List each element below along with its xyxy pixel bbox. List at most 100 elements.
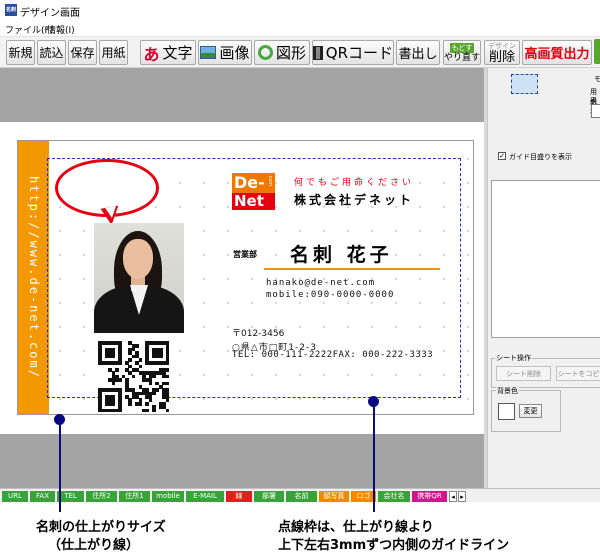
tag-7[interactable]: 線	[226, 491, 252, 502]
mobile-text[interactable]: mobile:090-0000-0000	[266, 290, 394, 300]
paper-label: 用紙	[101, 46, 126, 60]
qr-module	[111, 381, 116, 386]
undo-redo-button[interactable]: もどす やり直す	[443, 40, 481, 65]
tel-fax-text[interactable]: TEL: 000-111-2222FAX: 000-222-3333	[232, 350, 433, 360]
element-tag-bar: URL FAX TEL 住所2 住所1 mobile E-MAIL 線部署 名前 顔写真 ロゴ 会社名…	[0, 488, 600, 502]
business-card[interactable]: http://www.de-net.com/ De- Net .com 何でもご…	[17, 140, 474, 415]
toolbar-overflow-button[interactable]	[594, 39, 600, 64]
tag-8[interactable]: 部署	[254, 491, 284, 502]
guide-checkbox[interactable]: ✓	[498, 152, 506, 160]
text-label: 文字	[162, 44, 193, 62]
menu-file[interactable]: ファイル(F)	[5, 23, 53, 36]
qr-code-icon	[313, 45, 323, 60]
qr-module	[138, 364, 143, 369]
qr-module	[165, 408, 170, 413]
sheet-copy-button[interactable]: シートをコピ	[556, 366, 600, 381]
person-name[interactable]: 名刺 花子	[290, 240, 393, 267]
qr-module	[152, 374, 156, 379]
qr-module	[165, 381, 170, 386]
qr-module	[111, 401, 116, 406]
qr-module	[165, 368, 170, 372]
qr-module	[152, 408, 156, 413]
sheet-delete-button[interactable]: シート削除	[496, 366, 551, 381]
delete-button[interactable]: デザイン 削除	[484, 40, 520, 65]
left-marker-line	[59, 420, 61, 512]
open-button[interactable]: 読込	[37, 40, 66, 65]
qr-module	[148, 398, 153, 403]
undo-label[interactable]: もどす	[449, 42, 475, 53]
name-underline[interactable]	[264, 268, 440, 270]
callout-right-line1: 点線枠は、仕上がり線より	[278, 520, 434, 535]
portrait-photo[interactable]	[94, 223, 184, 333]
app-icon: 名刺	[5, 4, 17, 16]
new-button[interactable]: 新規	[6, 40, 35, 65]
text-button[interactable]: あ 文字	[140, 40, 196, 65]
tag-13[interactable]: 携帯QR	[412, 491, 447, 502]
postal-code[interactable]: 〒012-3456	[232, 326, 284, 339]
tagline[interactable]: 何でもご用命ください	[294, 175, 414, 188]
tag-5[interactable]: mobile	[152, 491, 184, 502]
tag-6[interactable]: E-MAIL	[186, 491, 224, 502]
qr-module	[111, 354, 116, 359]
sheet-list[interactable]	[491, 180, 600, 338]
vertical-url-text[interactable]: http://www.de-net.com/	[20, 141, 47, 414]
print-button[interactable]: 高画質出力	[522, 40, 592, 65]
shape-button[interactable]: 図形	[254, 40, 310, 65]
email-text[interactable]: hanako@de-net.com	[266, 278, 375, 288]
department[interactable]: 営業部	[233, 249, 257, 260]
image-button[interactable]: 画像	[198, 40, 252, 65]
window-title: デザイン画面	[20, 8, 80, 19]
qr-module	[128, 401, 133, 406]
export-button[interactable]: 書出し	[396, 40, 440, 65]
company-logo[interactable]: De- Net .com	[232, 173, 275, 210]
toolbar: 新規 読込 保存 用紙 あ 文字 画像 図形 QRコード 書出し もどす やり直…	[0, 36, 600, 68]
tag-12[interactable]: 会社名	[378, 491, 410, 502]
tag-4[interactable]: 住所1	[119, 491, 150, 502]
save-button[interactable]: 保存	[68, 40, 97, 65]
shape-label: 図形	[275, 44, 306, 62]
qr-module	[114, 368, 119, 372]
tag-1[interactable]: FAX	[30, 491, 55, 502]
delete-label: 削除	[488, 49, 515, 65]
scroll-right-icon[interactable]: ▸	[458, 491, 466, 502]
sheet-copy-label: シートをコピ	[557, 369, 600, 378]
company-name[interactable]: 株式会社デネット	[294, 191, 414, 208]
left-marker-dot	[54, 414, 65, 425]
qr-module	[118, 361, 122, 365]
image-icon	[200, 46, 217, 59]
scroll-left-icon[interactable]: ◂	[449, 491, 457, 502]
qr-module	[165, 374, 170, 379]
bg-color-swatch[interactable]	[498, 403, 515, 420]
bg-change-button[interactable]: 変更	[519, 404, 542, 418]
tag-0[interactable]: URL	[2, 491, 28, 502]
qr-module	[148, 381, 153, 386]
speech-bubble-tail-inner	[105, 206, 118, 219]
menu-info[interactable]: 情報(I)	[47, 23, 75, 36]
sheet-thumbnail[interactable]	[511, 74, 538, 94]
title-bar: 名刺 デザイン画面	[0, 0, 600, 20]
qr-button[interactable]: QRコード	[312, 40, 394, 65]
tag-2[interactable]: TEL	[57, 491, 84, 502]
qr-label: QRコード	[325, 44, 393, 62]
callout-left-line1: 名刺の仕上がりサイズ	[36, 520, 166, 535]
qr-module	[145, 401, 149, 406]
qr-module	[131, 374, 136, 379]
redo-label[interactable]: やり直す	[444, 53, 480, 63]
export-label: 書出し	[398, 47, 438, 62]
tag-3[interactable]: 住所2	[86, 491, 117, 502]
qr-module	[165, 398, 170, 403]
tag-9[interactable]: 名前	[286, 491, 317, 502]
qr-module	[118, 378, 122, 382]
tag-10[interactable]: 顔写真	[319, 491, 349, 502]
qr-module	[145, 408, 149, 413]
print-label: 高画質出力	[524, 47, 590, 62]
callout-right-line2: 上下左右3mmずつ内側のガイドライン	[278, 538, 510, 553]
canvas-margin-top	[0, 68, 487, 122]
qr-module	[158, 354, 163, 359]
sheet-ops-title: シート操作	[495, 353, 532, 363]
paper-button[interactable]: 用紙	[99, 40, 128, 65]
display-select[interactable]	[591, 104, 600, 118]
callout-left-line2: （仕上がり線）	[48, 538, 140, 553]
qr-module	[165, 361, 170, 365]
qr-code[interactable]	[98, 341, 170, 413]
